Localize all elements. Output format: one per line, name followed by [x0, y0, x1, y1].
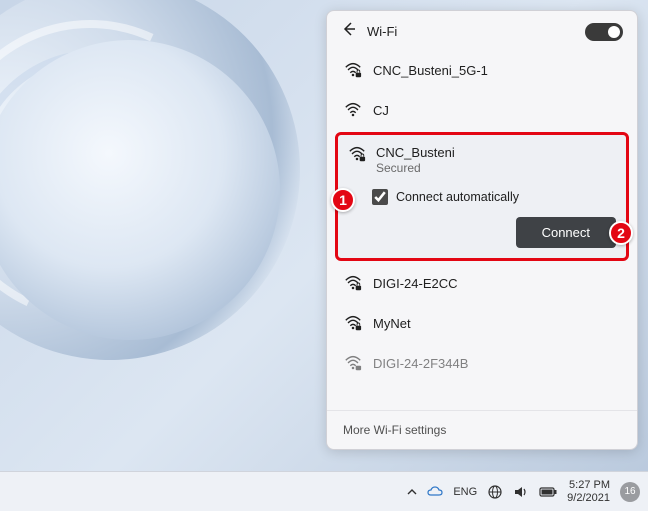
language-indicator[interactable]: ENG [453, 486, 477, 498]
wifi-toggle[interactable] [585, 23, 623, 41]
annotation-bubble-2: 2 [609, 221, 633, 245]
network-item[interactable]: DIGI-24-2F344B [335, 343, 629, 373]
selected-network-box: CNC_Busteni Secured 1 Connect automatica… [335, 132, 629, 261]
wifi-secured-icon [343, 313, 363, 333]
network-item[interactable]: DIGI-24-E2CC [335, 263, 629, 303]
connect-automatically-checkbox[interactable] [372, 189, 388, 205]
connect-row: Connect 2 [344, 217, 620, 248]
clock-time: 5:27 PM [569, 479, 610, 491]
network-name: DIGI-24-E2CC [373, 276, 458, 291]
network-name: DIGI-24-2F344B [373, 356, 468, 371]
network-item[interactable]: CJ [335, 90, 629, 130]
panel-header: Wi-Fi [327, 11, 637, 50]
back-arrow-icon[interactable] [341, 21, 357, 42]
selected-network-header[interactable]: CNC_Busteni Secured [344, 141, 620, 183]
taskbar-clock[interactable]: 5:27 PM 9/2/2021 [567, 479, 610, 503]
connect-button[interactable]: Connect [516, 217, 616, 248]
network-item[interactable]: CNC_Busteni_5G-1 [335, 50, 629, 90]
wifi-secured-icon [343, 273, 363, 293]
wifi-secured-icon [343, 353, 363, 373]
clock-date: 9/2/2021 [567, 492, 610, 504]
annotation-bubble-1: 1 [331, 188, 355, 212]
tray-overflow-chevron-icon[interactable] [407, 487, 417, 497]
more-wifi-settings-link[interactable]: More Wi-Fi settings [327, 410, 637, 449]
wifi-quick-settings-panel: Wi-Fi CNC_Busteni_5G-1 CJ CNC_Busteni [326, 10, 638, 450]
volume-icon[interactable] [513, 484, 529, 500]
onedrive-icon[interactable] [427, 486, 443, 498]
network-name: MyNet [373, 316, 411, 331]
selected-network-name: CNC_Busteni [376, 145, 455, 160]
selected-network-status: Secured [376, 161, 455, 175]
system-tray: ENG 5:27 PM 9/2/2021 16 [407, 479, 640, 503]
network-list: CNC_Busteni_5G-1 CJ CNC_Busteni Secured … [327, 50, 637, 410]
notification-count-badge[interactable]: 16 [620, 482, 640, 502]
taskbar: ENG 5:27 PM 9/2/2021 16 [0, 471, 648, 511]
wifi-secured-icon [343, 60, 363, 80]
connect-automatically-row: 1 Connect automatically [344, 183, 620, 217]
battery-icon[interactable] [539, 486, 557, 498]
wifi-open-icon [343, 100, 363, 120]
panel-title: Wi-Fi [367, 24, 575, 39]
network-name: CJ [373, 103, 389, 118]
connect-automatically-label: Connect automatically [396, 190, 519, 204]
desktop-wallpaper [0, 0, 340, 440]
network-item[interactable]: MyNet [335, 303, 629, 343]
network-icon[interactable] [487, 484, 503, 500]
wifi-secured-icon [348, 145, 366, 168]
network-name: CNC_Busteni_5G-1 [373, 63, 488, 78]
